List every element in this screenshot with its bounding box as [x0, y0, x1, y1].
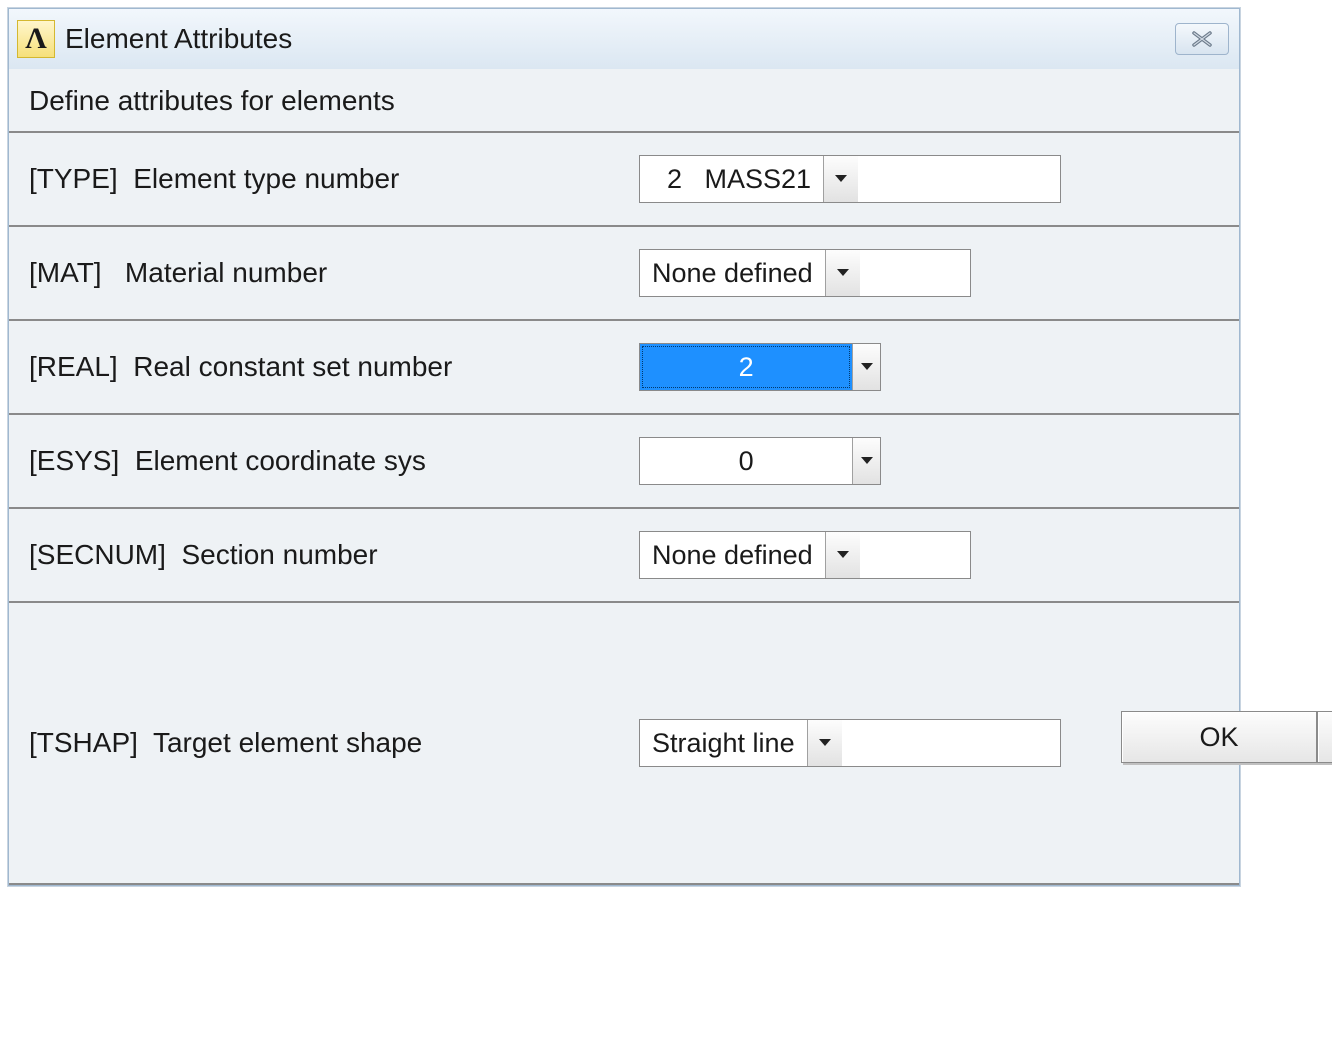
app-icon-glyph: Λ: [25, 22, 47, 56]
combo-secnum[interactable]: None defined: [639, 531, 971, 579]
combo-real-value: 2: [640, 344, 852, 390]
row-mat: [MAT] Material number None defined: [9, 225, 1239, 319]
combo-secnum-value: None defined: [640, 532, 825, 578]
combo-real-arrow[interactable]: [852, 344, 880, 390]
combo-type[interactable]: 2 MASS21: [639, 155, 1061, 203]
combo-tshap-value: Straight line: [640, 720, 807, 766]
combo-type-arrow[interactable]: [823, 156, 858, 202]
label-real: [REAL] Real constant set number: [29, 351, 639, 383]
control-tshap: Straight line: [639, 719, 1061, 767]
chevron-down-icon: [818, 738, 832, 748]
chevron-down-icon: [836, 550, 850, 560]
chevron-down-icon: [834, 174, 848, 184]
chevron-down-icon: [860, 456, 874, 466]
dialog-heading: Define attributes for elements: [9, 69, 1239, 131]
combo-esys-arrow[interactable]: [852, 438, 880, 484]
client-area: Define attributes for elements [TYPE] El…: [9, 69, 1239, 885]
row-real: [REAL] Real constant set number 2: [9, 319, 1239, 413]
label-type: [TYPE] Element type number: [29, 163, 639, 195]
combo-mat[interactable]: None defined: [639, 249, 971, 297]
label-mat: [MAT] Material number: [29, 257, 639, 289]
row-tshap: [TSHAP] Target element shape Straight li…: [9, 601, 1239, 885]
label-tshap: [TSHAP] Target element shape: [29, 727, 639, 759]
row-secnum: [SECNUM] Section number None defined: [9, 507, 1239, 601]
window-title: Element Attributes: [65, 23, 292, 55]
ok-button[interactable]: OK: [1121, 711, 1317, 763]
combo-mat-value: None defined: [640, 250, 825, 296]
close-button[interactable]: [1175, 23, 1229, 55]
chevron-down-icon: [836, 268, 850, 278]
combo-tshap[interactable]: Straight line: [639, 719, 1061, 767]
dialog-window: Λ Element Attributes Define attributes f…: [8, 8, 1240, 886]
combo-real[interactable]: 2: [639, 343, 881, 391]
label-esys: [ESYS] Element coordinate sys: [29, 445, 639, 477]
control-type: 2 MASS21: [639, 155, 1219, 203]
titlebar: Λ Element Attributes: [9, 9, 1239, 69]
combo-esys-value: 0: [640, 438, 852, 484]
control-real: 2: [639, 343, 1219, 391]
combo-secnum-arrow[interactable]: [825, 532, 860, 578]
control-mat: None defined: [639, 249, 1219, 297]
combo-tshap-arrow[interactable]: [807, 720, 842, 766]
row-type: [TYPE] Element type number 2 MASS21: [9, 131, 1239, 225]
row-esys: [ESYS] Element coordinate sys 0: [9, 413, 1239, 507]
combo-type-value: 2 MASS21: [640, 156, 823, 202]
titlebar-left: Λ Element Attributes: [17, 20, 292, 58]
control-esys: 0: [639, 437, 1219, 485]
control-secnum: None defined: [639, 531, 1219, 579]
combo-mat-arrow[interactable]: [825, 250, 860, 296]
combo-esys[interactable]: 0: [639, 437, 881, 485]
chevron-down-icon: [860, 362, 874, 372]
app-icon: Λ: [17, 20, 55, 58]
label-secnum: [SECNUM] Section number: [29, 539, 639, 571]
cancel-button[interactable]: Cancel: [1317, 711, 1332, 763]
close-icon: [1191, 30, 1213, 48]
button-row: OK Cancel Help: [1061, 693, 1332, 793]
